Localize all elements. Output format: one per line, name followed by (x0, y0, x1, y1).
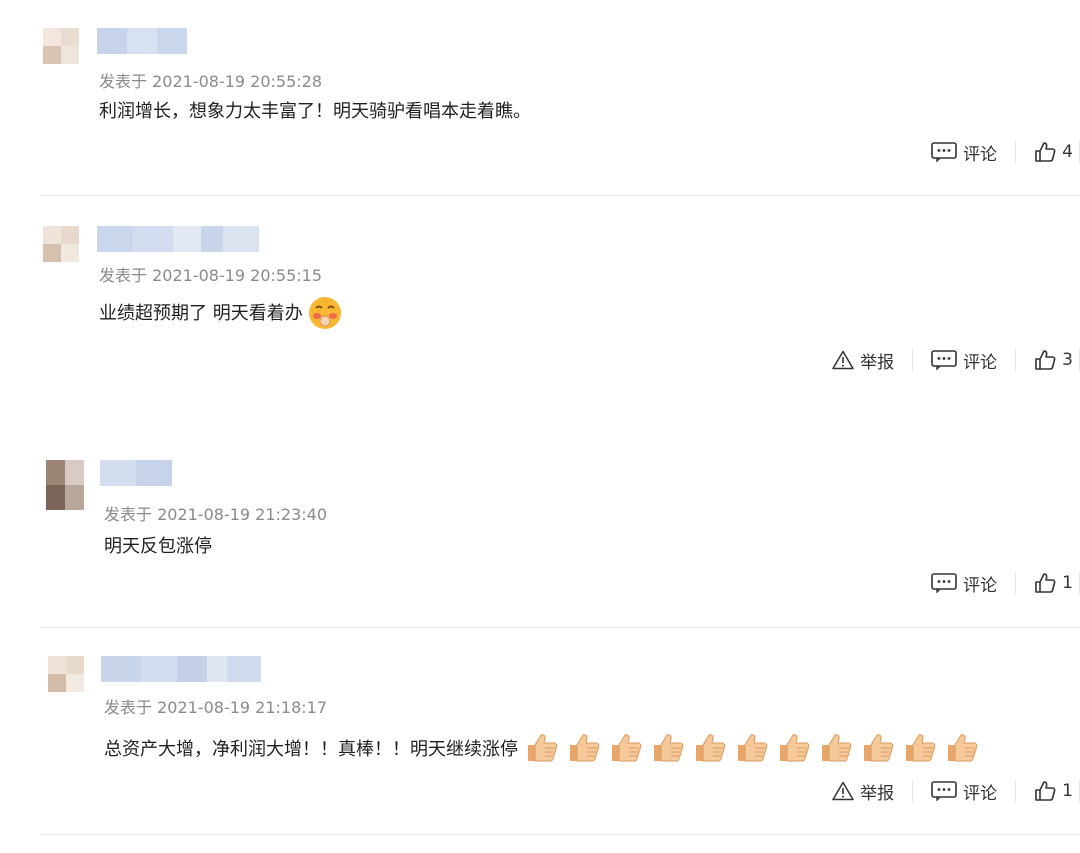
thumbs-up-emoji-row (518, 731, 980, 765)
thumbs-up-outline-icon (1034, 780, 1056, 802)
thumbs-up-icon (902, 731, 938, 765)
comment-item: 发表于 2021-08-19 20:55:28 利润增长，想象力太丰富了！明天骑… (0, 0, 1080, 196)
thumbs-up-outline-icon (1034, 572, 1056, 594)
thumbs-up-icon (566, 731, 602, 765)
username-blurred[interactable] (100, 460, 172, 486)
reply-button[interactable]: 评论 (913, 572, 1017, 596)
like-button[interactable]: 1 (1016, 780, 1080, 802)
comment-time: 发表于 2021-08-19 20:55:28 (99, 72, 323, 91)
blushing-face-icon (307, 295, 341, 329)
comment-text-content: 总资产大增，净利润大增！！真棒！！明天继续涨停 (104, 739, 518, 760)
like-count: 1 (1062, 781, 1073, 801)
comment-actions: 评论 1 (913, 568, 1080, 598)
like-count: 4 (1062, 142, 1073, 162)
username-blurred[interactable] (97, 28, 187, 54)
divider (40, 834, 1080, 835)
comment-text: 业绩超预期了 明天看着办 (99, 294, 341, 330)
thumbs-up-icon (860, 731, 896, 765)
reply-label: 评论 (963, 575, 998, 596)
comment-bubble-icon (931, 350, 957, 370)
username-blurred[interactable] (101, 656, 261, 682)
comment-item: 发表于 2021-08-19 20:55:15 业绩超预期了 明天看着办 举报 (0, 196, 1080, 436)
avatar[interactable] (48, 656, 84, 692)
avatar[interactable] (43, 226, 79, 262)
comment-actions: 评论 4 (913, 137, 1080, 167)
username-blurred[interactable] (97, 226, 259, 252)
comment-item: 发表于 2021-08-19 21:23:40 明天反包涨停 评论 1 (0, 436, 1080, 628)
reply-label: 评论 (963, 144, 998, 165)
comment-time: 发表于 2021-08-19 20:55:15 (99, 266, 323, 285)
comment-actions: 举报 评论 1 (814, 776, 1080, 806)
like-button[interactable]: 4 (1016, 141, 1080, 163)
thumbs-up-icon (524, 731, 560, 765)
comment-bubble-icon (931, 781, 957, 801)
like-count: 3 (1062, 350, 1073, 370)
thumbs-up-icon (692, 731, 728, 765)
comment-time: 发表于 2021-08-19 21:18:17 (104, 698, 328, 717)
like-button[interactable]: 3 (1016, 349, 1080, 371)
report-label: 举报 (860, 783, 895, 804)
comment-item: 发表于 2021-08-19 21:18:17 总资产大增，净利润大增！！真棒！… (0, 628, 1080, 853)
like-button[interactable]: 1 (1016, 572, 1080, 594)
comment-text-content: 业绩超预期了 明天看着办 (99, 303, 303, 324)
reply-label: 评论 (963, 783, 998, 804)
warning-icon (832, 350, 854, 370)
report-button[interactable]: 举报 (814, 780, 914, 804)
comment-actions: 举报 评论 3 (814, 345, 1080, 375)
thumbs-up-icon (608, 731, 644, 765)
reply-button[interactable]: 评论 (913, 349, 1017, 373)
thumbs-up-icon (776, 731, 812, 765)
reply-button[interactable]: 评论 (913, 780, 1017, 804)
thumbs-up-icon (734, 731, 770, 765)
like-count: 1 (1062, 573, 1073, 593)
thumbs-up-icon (650, 731, 686, 765)
reply-label: 评论 (963, 352, 998, 373)
comment-bubble-icon (931, 573, 957, 593)
report-button[interactable]: 举报 (814, 349, 914, 373)
comment-time: 发表于 2021-08-19 21:23:40 (104, 505, 328, 524)
thumbs-up-icon (944, 731, 980, 765)
avatar[interactable] (43, 28, 79, 64)
comment-text: 利润增长，想象力太丰富了！明天骑驴看唱本走着瞧。 (99, 97, 531, 123)
reply-button[interactable]: 评论 (913, 141, 1017, 165)
thumbs-up-icon (818, 731, 854, 765)
comment-text-content: 利润增长，想象力太丰富了！明天骑驴看唱本走着瞧。 (99, 101, 531, 122)
warning-icon (832, 781, 854, 801)
comment-bubble-icon (931, 142, 957, 162)
avatar[interactable] (46, 460, 84, 510)
comment-text: 总资产大增，净利润大增！！真棒！！明天继续涨停 (104, 730, 980, 766)
thumbs-up-outline-icon (1034, 141, 1056, 163)
comment-text-content: 明天反包涨停 (104, 536, 212, 557)
report-label: 举报 (860, 352, 895, 373)
comment-text: 明天反包涨停 (104, 532, 212, 558)
thumbs-up-outline-icon (1034, 349, 1056, 371)
